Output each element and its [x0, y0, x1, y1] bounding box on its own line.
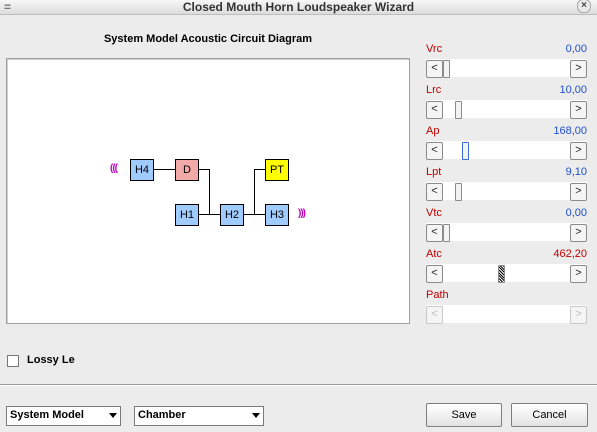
param-label: Vtc — [426, 207, 442, 219]
param-value: 10,00 — [559, 84, 587, 96]
slider-thumb[interactable] — [462, 142, 469, 160]
param-ap: Ap 168,00 < > — [426, 125, 587, 160]
sound-waves-left-icon: ((( — [110, 163, 118, 174]
circuit-diagram: ((( H4 D H1 H2 PT H3 ))) — [6, 58, 410, 324]
diagram-title: System Model Acoustic Circuit Diagram — [103, 33, 313, 45]
scroll-right-button[interactable]: > — [570, 183, 587, 201]
system-model-select-value: System Model — [10, 409, 84, 421]
param-vtc: Vtc 0,00 < > — [426, 207, 587, 242]
param-value: 168,00 — [553, 125, 587, 137]
block-h4: H4 — [130, 159, 154, 181]
param-lrc: Lrc 10,00 < > — [426, 84, 587, 119]
window-title: Closed Mouth Horn Loudspeaker Wizard — [182, 0, 415, 14]
param-value: 9,10 — [565, 166, 587, 178]
scroll-right-button[interactable]: > — [570, 224, 587, 242]
scroll-right-button[interactable]: > — [570, 60, 587, 78]
block-h2: H2 — [220, 204, 244, 226]
wire — [154, 169, 175, 170]
param-label: Lrc — [426, 84, 442, 96]
block-d: D — [175, 159, 199, 181]
cancel-button[interactable]: Cancel — [511, 403, 588, 427]
path-scrollbar: < > — [426, 305, 587, 324]
chamber-select[interactable]: Chamber — [134, 406, 264, 426]
slider-thumb[interactable] — [455, 183, 462, 201]
slider-thumb[interactable] — [443, 224, 450, 242]
vtc-scrollbar[interactable]: < > — [426, 223, 587, 242]
slider-thumb[interactable] — [498, 265, 505, 283]
lrc-scrollbar[interactable]: < > — [426, 100, 587, 119]
atc-scrollbar[interactable]: < > — [426, 264, 587, 283]
close-icon[interactable]: × — [577, 0, 591, 13]
param-lpt: Lpt 9,10 < > — [426, 166, 587, 201]
separator — [0, 384, 597, 386]
wire — [209, 169, 210, 214]
scroll-left-button[interactable]: < — [426, 60, 443, 78]
chevron-down-icon[interactable] — [109, 413, 117, 418]
param-vrc: Vrc 0,00 < > — [426, 43, 587, 78]
param-value: 462,20 — [553, 248, 587, 260]
lossy-le-label[interactable]: Lossy Le — [27, 354, 75, 366]
block-h3: H3 — [265, 204, 289, 226]
wire — [199, 214, 220, 215]
lossy-le-checkbox[interactable] — [7, 355, 19, 367]
wire — [254, 169, 265, 170]
scroll-left-button[interactable]: < — [426, 224, 443, 242]
window-menu-icon[interactable]: = — [4, 0, 11, 14]
ap-scrollbar[interactable]: < > — [426, 141, 587, 160]
scroll-left-button: < — [426, 306, 443, 324]
param-path: Path < > — [426, 289, 587, 324]
param-label: Lpt — [426, 166, 442, 178]
param-label: Path — [426, 289, 449, 301]
param-value: 0,00 — [565, 207, 587, 219]
block-h1: H1 — [175, 204, 199, 226]
block-pt: PT — [265, 159, 289, 181]
scroll-right-button[interactable]: > — [570, 101, 587, 119]
wire — [199, 169, 209, 170]
vrc-scrollbar[interactable]: < > — [426, 59, 587, 78]
param-label: Atc — [426, 248, 442, 260]
system-model-select[interactable]: System Model — [6, 406, 121, 426]
scroll-left-button[interactable]: < — [426, 101, 443, 119]
title-bar: = Closed Mouth Horn Loudspeaker Wizard × — [0, 0, 597, 15]
scroll-left-button[interactable]: < — [426, 183, 443, 201]
scroll-right-button[interactable]: > — [570, 265, 587, 283]
scroll-left-button[interactable]: < — [426, 142, 443, 160]
param-label: Vrc — [426, 43, 443, 55]
scroll-right-button: > — [570, 306, 587, 324]
scroll-left-button[interactable]: < — [426, 265, 443, 283]
scroll-right-button[interactable]: > — [570, 142, 587, 160]
slider-thumb[interactable] — [443, 60, 450, 78]
slider-thumb[interactable] — [455, 101, 462, 119]
param-value: 0,00 — [565, 43, 587, 55]
chevron-down-icon[interactable] — [252, 413, 260, 418]
chamber-select-value: Chamber — [138, 409, 186, 421]
save-button[interactable]: Save — [426, 403, 502, 427]
lossy-le-label-text: Lossy Le — [27, 354, 75, 366]
param-label: Ap — [426, 125, 440, 137]
lpt-scrollbar[interactable]: < > — [426, 182, 587, 201]
wire — [254, 169, 255, 214]
param-atc: Atc 462,20 < > — [426, 248, 587, 283]
sound-waves-right-icon: ))) — [298, 208, 306, 219]
wire — [244, 214, 265, 215]
